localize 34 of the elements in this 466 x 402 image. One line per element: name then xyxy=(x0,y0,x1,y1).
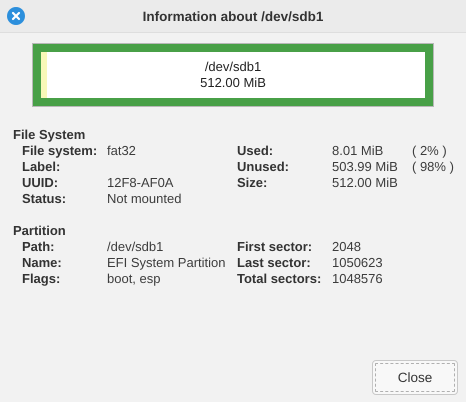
field-label: Total sectors: xyxy=(237,271,322,287)
field-label: Name: xyxy=(22,255,63,271)
percentage: ( 2% ) xyxy=(412,143,448,159)
field-label: Last sector: xyxy=(237,255,312,271)
field-value: boot, esp xyxy=(107,271,162,287)
close-button[interactable]: Close xyxy=(372,360,458,395)
section-heading: Partition xyxy=(13,223,67,239)
field-label: Unused: xyxy=(237,159,290,175)
field-label: Used: xyxy=(237,143,274,159)
field-label: First sector: xyxy=(237,239,314,255)
partition-name: /dev/sdb1 xyxy=(204,59,262,75)
field-value: 12F8-AF0A xyxy=(107,175,174,191)
window-title: Information about /dev/sdb1 xyxy=(142,8,324,24)
close-icon[interactable] xyxy=(7,7,25,25)
field-value: 503.99 MiB xyxy=(332,159,399,175)
field-label: Path: xyxy=(22,239,56,255)
field-value: fat32 xyxy=(107,143,137,159)
field-label: UUID: xyxy=(22,175,60,191)
field-value: /dev/sdb1 xyxy=(107,239,164,255)
field-value: 512.00 MiB xyxy=(332,175,399,191)
field-label: Status: xyxy=(22,191,68,207)
field-label: Flags: xyxy=(22,271,62,287)
field-value: EFI System Partition xyxy=(107,255,226,271)
field-value: 1050623 xyxy=(332,255,384,271)
field-value: 8.01 MiB xyxy=(332,143,384,159)
section-heading: File System xyxy=(13,127,86,143)
field-label: File system: xyxy=(22,143,98,159)
field-label: Label: xyxy=(22,159,62,175)
field-label: Size: xyxy=(237,175,268,191)
field-value: 1048576 xyxy=(332,271,384,287)
percentage: ( 98% ) xyxy=(412,159,455,175)
field-value: 2048 xyxy=(332,239,362,255)
partition-size: 512.00 MiB xyxy=(200,75,266,91)
field-value: Not mounted xyxy=(107,191,182,207)
